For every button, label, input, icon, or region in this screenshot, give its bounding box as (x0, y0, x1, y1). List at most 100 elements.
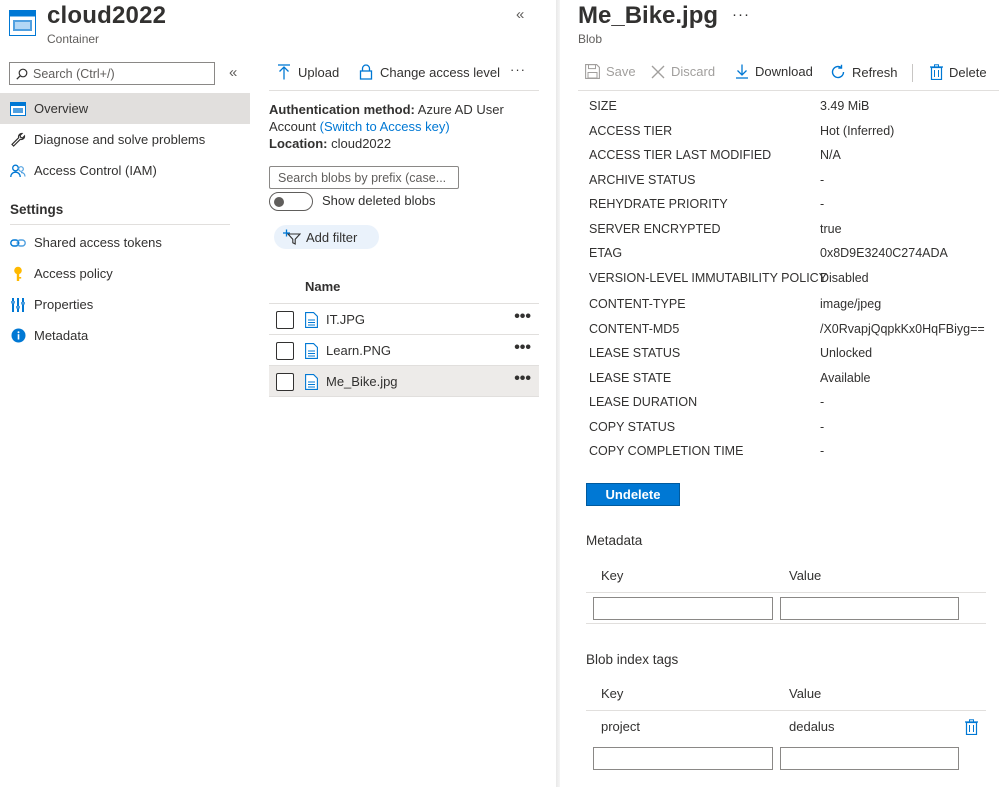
show-deleted-blobs-toggle[interactable] (269, 192, 313, 211)
metadata-value-header: Value (789, 568, 822, 583)
add-filter-button[interactable]: Add filter (274, 225, 379, 249)
property-key: CONTENT-MD5 (589, 322, 680, 336)
change-access-level-label: Change access level (380, 64, 500, 80)
property-value: /X0RvapjQqpkKx0HqFBiyg== (820, 322, 985, 336)
toolbar-separator (912, 64, 913, 82)
blob-prefix-search-input[interactable]: Search blobs by prefix (case... (269, 166, 459, 189)
menu-item-label: Properties (34, 297, 94, 312)
toolbar-divider (578, 90, 999, 91)
metadata-key-input[interactable] (593, 597, 773, 620)
blob-name[interactable]: IT.JPG (326, 312, 365, 327)
change-access-level-button[interactable]: Change access level (359, 64, 500, 80)
auth-method-label: Authentication method: (269, 102, 415, 117)
delete-button[interactable]: Delete (930, 64, 987, 80)
property-key: LEASE STATUS (589, 346, 681, 360)
blob-subtitle: Blob (578, 32, 603, 46)
metadata-bottom-divider (586, 623, 986, 624)
property-value: Hot (Inferred) (820, 124, 895, 138)
row-more-button[interactable]: ••• (514, 370, 531, 388)
upload-button[interactable]: Upload (277, 64, 339, 80)
blob-name[interactable]: Learn.PNG (326, 343, 391, 358)
tag-key-cell[interactable]: project (601, 719, 640, 734)
collapse-pane-button[interactable]: « (516, 6, 524, 23)
container-title: cloud2022 (47, 2, 167, 29)
delete-tag-trash-icon[interactable] (965, 719, 978, 735)
blob-index-tags-section-title: Blob index tags (586, 652, 679, 667)
upload-label: Upload (298, 64, 340, 80)
metadata-key-header: Key (601, 568, 624, 583)
row-more-button[interactable]: ••• (514, 308, 531, 326)
collapse-menu-button[interactable]: « (229, 64, 237, 81)
menu-item-metadata[interactable]: Metadata (0, 320, 250, 351)
show-deleted-blobs-label: Show deleted blobs (322, 193, 436, 208)
undelete-button[interactable]: Undelete (586, 483, 680, 506)
property-key: VERSION-LEVEL IMMUTABILITY POLICY (589, 271, 828, 285)
column-header-name[interactable]: Name (305, 279, 340, 294)
property-key: ACCESS TIER LAST MODIFIED (589, 148, 772, 162)
blob-more-button[interactable]: ··· (732, 6, 750, 23)
file-icon (305, 312, 318, 328)
property-value: - (820, 173, 825, 187)
property-value: true (820, 222, 842, 236)
tags-key-header: Key (601, 686, 624, 701)
property-value: 0x8D9E3240C274ADA (820, 246, 948, 260)
info-icon (10, 328, 26, 344)
property-key: CONTENT-TYPE (589, 297, 686, 311)
toolbar-more-button[interactable]: ··· (510, 62, 526, 77)
save-button[interactable]: Save (585, 64, 636, 79)
file-icon (305, 343, 318, 359)
property-value: Disabled (820, 271, 869, 285)
blob-row[interactable]: IT.JPG ••• (269, 303, 539, 335)
menu-item-properties[interactable]: Properties (0, 289, 250, 320)
blob-search-placeholder: Search blobs by prefix (case... (278, 170, 447, 185)
blob-title: Me_Bike.jpg (578, 2, 719, 29)
property-key: REHYDRATE PRIORITY (589, 197, 728, 211)
property-key: COPY COMPLETION TIME (589, 444, 744, 458)
discard-button[interactable]: Discard (651, 64, 715, 79)
property-value: - (820, 395, 825, 409)
row-checkbox[interactable] (276, 310, 294, 329)
menu-item-label: Metadata (34, 328, 89, 343)
tag-value-cell[interactable]: dedalus (789, 719, 835, 734)
blob-name[interactable]: Me_Bike.jpg (326, 374, 398, 389)
download-button[interactable]: Download (735, 64, 813, 79)
discard-x-icon (651, 65, 665, 78)
container-pane: cloud2022 Container « Search (Ctrl+/) « … (0, 0, 558, 787)
row-more-button[interactable]: ••• (514, 339, 531, 357)
discard-label: Discard (671, 64, 716, 79)
menu-item-access-policy[interactable]: Access policy (0, 258, 250, 289)
menu-item-overview[interactable]: Overview (0, 93, 250, 124)
menu-item-iam[interactable]: Access Control (IAM) (0, 155, 250, 186)
add-filter-label: Add filter (306, 229, 358, 245)
download-arrow-icon (736, 64, 748, 79)
search-icon (16, 68, 28, 80)
property-key: LEASE STATE (589, 371, 672, 385)
auth-info: Authentication method: Azure AD User Acc… (269, 101, 539, 152)
delete-label: Delete (949, 64, 987, 80)
property-key: SIZE (589, 99, 617, 113)
blob-row-selected[interactable]: Me_Bike.jpg ••• (269, 365, 539, 397)
blob-row[interactable]: Learn.PNG ••• (269, 334, 539, 366)
tag-key-input[interactable] (593, 747, 773, 770)
row-checkbox[interactable] (276, 372, 294, 391)
property-value: image/jpeg (820, 297, 882, 311)
menu-item-shared-access-tokens[interactable]: Shared access tokens (0, 227, 250, 258)
switch-to-access-key-link[interactable]: (Switch to Access key) (320, 119, 450, 134)
tags-header-divider (586, 710, 986, 711)
row-checkbox[interactable] (276, 341, 294, 360)
link-chain-icon (10, 235, 26, 251)
metadata-value-input[interactable] (780, 597, 959, 620)
toolbar-divider (269, 90, 539, 91)
refresh-icon (831, 64, 845, 79)
menu-search-input[interactable]: Search (Ctrl+/) (9, 62, 215, 85)
menu-item-diagnose[interactable]: Diagnose and solve problems (0, 124, 250, 155)
menu-item-label: Diagnose and solve problems (34, 132, 206, 147)
property-value: - (820, 197, 825, 211)
auth-method-value-cont: Account (269, 119, 316, 134)
menu-item-label: Shared access tokens (34, 235, 162, 250)
tag-value-input[interactable] (780, 747, 959, 770)
auth-method-value: Azure AD User (417, 102, 504, 117)
property-value: - (820, 420, 825, 434)
refresh-button[interactable]: Refresh (830, 64, 898, 80)
metadata-header-divider (586, 592, 986, 593)
